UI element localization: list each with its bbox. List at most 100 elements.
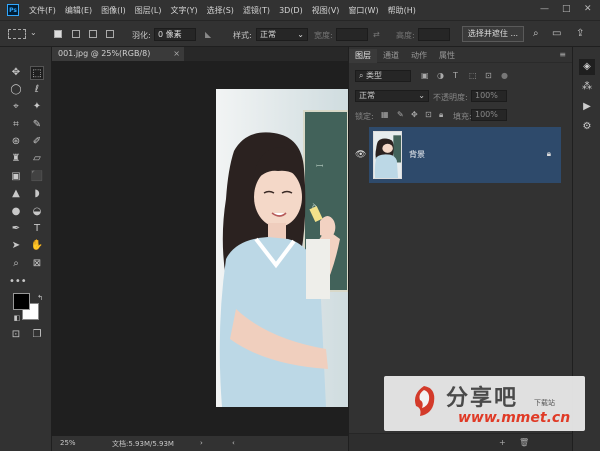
smart-object-filter-icon[interactable]: ⊡ <box>485 71 492 80</box>
type-filter-icon[interactable]: T <box>453 71 458 80</box>
adjustment-filter-icon[interactable]: ◑ <box>437 71 444 80</box>
new-selection-icon[interactable] <box>54 30 62 38</box>
more-tools-icon[interactable]: ••• <box>9 275 27 289</box>
share-icon[interactable]: ⇪ <box>576 28 584 39</box>
fill-input[interactable]: 100% <box>471 109 507 121</box>
type-tool-icon[interactable]: T <box>30 222 44 236</box>
delete-layer-icon[interactable]: 🗑︎ <box>519 438 529 447</box>
channels-panel-icon[interactable]: ⁂ <box>579 79 595 95</box>
sponge-tool-icon[interactable]: ◒ <box>30 205 44 219</box>
foreground-color-top[interactable] <box>13 293 30 310</box>
lock-transparent-icon[interactable]: ▦ <box>381 110 389 119</box>
clone-stamp-icon[interactable]: ♜ <box>9 152 23 166</box>
workspace-icon[interactable]: ▭ <box>552 28 561 39</box>
filter-toggle-icon[interactable]: ● <box>501 71 508 80</box>
frame-tool-icon[interactable]: ⊠ <box>30 257 44 271</box>
menu-select[interactable]: 选择(S) <box>207 5 234 16</box>
subtract-selection-icon[interactable] <box>89 30 97 38</box>
zoom-tool-icon[interactable]: ⌕ <box>9 257 23 271</box>
tab-actions[interactable]: 动作 <box>405 49 433 63</box>
smudge-tool-icon[interactable]: ◗ <box>30 187 44 201</box>
spot-healing-icon[interactable]: ⊛ <box>9 135 23 149</box>
properties-panel-icon[interactable]: ⚙ <box>579 119 595 135</box>
antialias-icon[interactable]: ◣ <box>205 30 211 39</box>
document-image[interactable]: ꟷ ꝺ <box>216 89 348 407</box>
swap-icon[interactable]: ⇄ <box>373 30 380 39</box>
dodge-tool-icon[interactable]: ● <box>9 205 23 219</box>
status-bar: 25% 文档:5.93M/5.93M › ‹ <box>52 435 348 451</box>
layers-panel-icon[interactable]: ◈ <box>579 59 595 75</box>
style-select[interactable]: 正常 ⌄ <box>256 28 308 41</box>
brush-tool-icon[interactable]: ✐ <box>30 135 44 149</box>
document-tab[interactable]: 001.jpg @ 25%(RGB/8) × <box>52 47 184 61</box>
document-size-info: 文档:5.93M/5.93M <box>112 440 174 448</box>
width-input[interactable] <box>336 28 368 41</box>
eraser-tool-icon[interactable]: ▱ <box>30 152 44 166</box>
eyedropper-icon[interactable]: ✎ <box>30 118 44 132</box>
visibility-eye-icon[interactable]: 👁︎ <box>355 150 366 160</box>
zoom-level[interactable]: 25% <box>60 439 76 447</box>
menu-help[interactable]: 帮助(H) <box>388 5 416 16</box>
lock-position-icon[interactable]: ✥ <box>411 110 418 119</box>
actions-panel-icon[interactable]: ▶ <box>579 99 595 115</box>
menu-view[interactable]: 视图(V) <box>312 5 340 16</box>
menu-type[interactable]: 文字(Y) <box>170 5 197 16</box>
feather-input[interactable]: 0 像素 <box>154 28 196 41</box>
default-colors-icon[interactable]: ◧ <box>10 311 24 325</box>
lock-pixels-icon[interactable]: ✎ <box>397 110 404 119</box>
move-tool-icon[interactable]: ✥ <box>9 66 23 80</box>
gradient-tool-icon[interactable]: ▣ <box>9 170 23 184</box>
lock-icon[interactable]: 🔒︎ <box>547 149 551 159</box>
tab-properties[interactable]: 属性 <box>433 49 461 63</box>
tab-layers[interactable]: 图层 <box>349 49 377 63</box>
history-brush-icon[interactable]: ⬛ <box>30 170 44 184</box>
elliptical-marquee-icon[interactable]: ◯ <box>9 83 23 97</box>
pen-tool-icon[interactable]: ✒ <box>9 222 23 236</box>
height-input[interactable] <box>418 28 450 41</box>
quick-selection-icon[interactable]: ⌖ <box>9 100 23 114</box>
menu-image[interactable]: 图像(I) <box>101 5 126 16</box>
minimize-button[interactable]: — <box>540 4 549 14</box>
maximize-button[interactable]: □ <box>562 4 571 14</box>
menu-window[interactable]: 窗口(W) <box>348 5 378 16</box>
menu-3d[interactable]: 3D(D) <box>279 6 303 15</box>
chevron-down-icon[interactable]: ⌄ <box>30 28 37 37</box>
menu-edit[interactable]: 编辑(E) <box>65 5 92 16</box>
crop-tool-icon[interactable]: ⌗ <box>9 118 23 132</box>
select-and-mask-button[interactable]: 选择并遮住 ... <box>462 26 524 42</box>
search-icon[interactable]: ⌕ <box>533 28 539 39</box>
screen-mode-icon[interactable]: ❐ <box>30 328 44 342</box>
shape-filter-icon[interactable]: ⬚ <box>469 71 477 80</box>
add-layer-icon[interactable]: + <box>499 438 506 447</box>
marquee-preset-icon[interactable] <box>8 29 26 39</box>
hand-tool-icon[interactable]: ✋ <box>30 239 44 253</box>
menu-file[interactable]: 文件(F) <box>29 5 56 16</box>
tab-channels[interactable]: 通道 <box>377 49 405 63</box>
watermark-url: www.mmet.cn <box>458 410 571 426</box>
chevron-left-icon[interactable]: ‹ <box>232 439 235 447</box>
menu-filter[interactable]: 滤镜(T) <box>243 5 270 16</box>
layer-kind-filter[interactable]: ⌕ 类型 <box>355 70 411 82</box>
canvas-area[interactable]: ꟷ ꝺ <box>52 61 348 435</box>
magic-wand-icon[interactable]: ✦ <box>30 100 44 114</box>
menu-layer[interactable]: 图层(L) <box>135 5 162 16</box>
layer-item-background[interactable]: 背景 🔒︎ <box>369 127 561 183</box>
chevron-right-icon[interactable]: › <box>200 439 203 447</box>
lock-artboard-icon[interactable]: ⊡ <box>425 110 432 119</box>
blur-tool-icon[interactable]: ▲ <box>9 187 23 201</box>
intersect-selection-icon[interactable] <box>106 30 114 38</box>
quick-mask-icon[interactable]: ⊡ <box>9 328 23 342</box>
swap-colors-icon[interactable]: ↰ <box>33 291 47 305</box>
pixel-filter-icon[interactable]: ▣ <box>421 71 429 80</box>
close-window-button[interactable]: ✕ <box>584 4 592 14</box>
close-tab-icon[interactable]: × <box>173 47 180 61</box>
lasso-tool-icon[interactable]: ℓ <box>30 83 44 97</box>
filter-kind-value: 类型 <box>366 71 383 80</box>
panel-menu-icon[interactable]: ≡ <box>559 50 566 59</box>
blend-mode-select[interactable]: 正常 ⌄ <box>355 90 429 102</box>
lock-all-icon[interactable]: 🔒︎ <box>439 110 443 120</box>
add-selection-icon[interactable] <box>72 30 80 38</box>
opacity-input[interactable]: 100% <box>471 90 507 102</box>
marquee-tool-icon[interactable]: ⬚ <box>30 66 44 80</box>
path-selection-icon[interactable]: ➤ <box>9 239 23 253</box>
